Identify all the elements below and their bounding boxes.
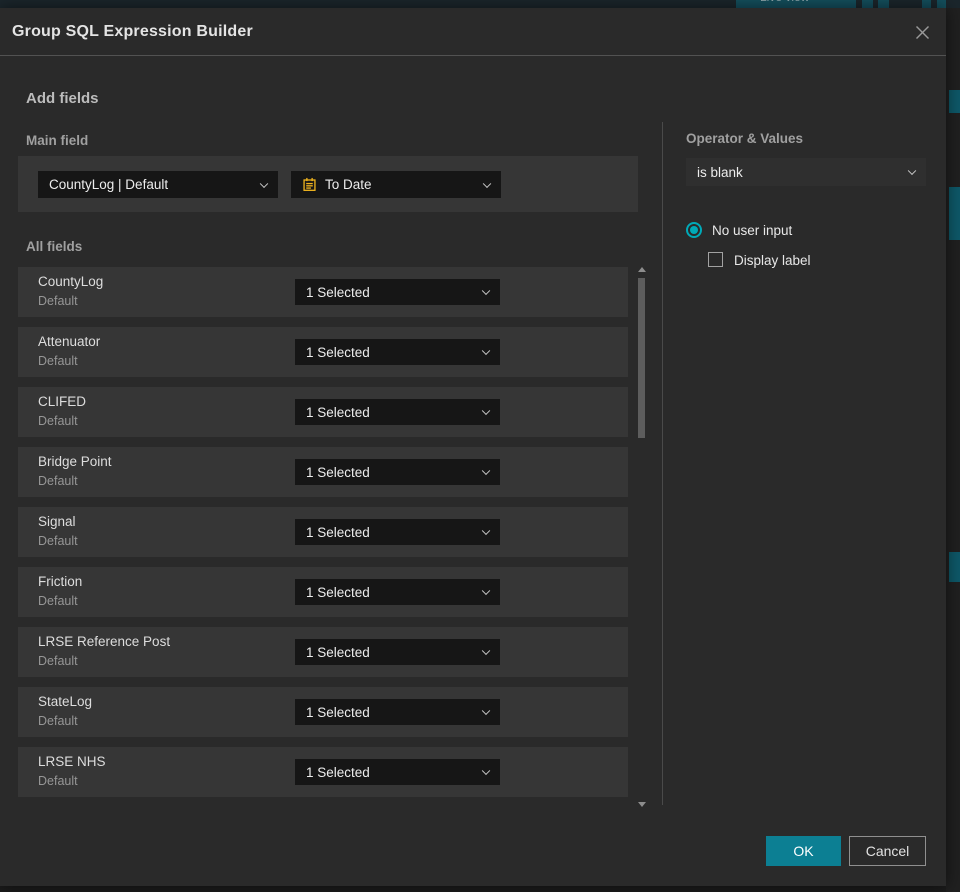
field-name: Friction (38, 574, 83, 589)
all-fields-list: CountyLog Default 1 Selected Attenuator … (18, 267, 628, 807)
add-fields-heading: Add fields (26, 90, 99, 107)
field-selected-dropdown[interactable]: 1 Selected (295, 759, 500, 785)
background-panel-fragment (949, 90, 960, 113)
chevron-down-icon (481, 346, 491, 356)
field-selected-dropdown[interactable]: 1 Selected (295, 579, 500, 605)
selected-count-label: 1 Selected (306, 284, 370, 300)
live-view-button[interactable]: Live view (736, 0, 856, 8)
operator-dropdown-value: is blank (697, 164, 743, 180)
field-name: Bridge Point (38, 454, 112, 469)
background-toolbar-fragment (922, 0, 931, 8)
chevron-down-icon (259, 179, 269, 188)
field-name: StateLog (38, 694, 93, 709)
background-app-bottom-strip (0, 886, 946, 892)
main-field-panel: CountyLog | Default To Date (18, 156, 638, 212)
panel-divider (662, 122, 663, 805)
background-app-header-strip: Live view (0, 0, 960, 8)
background-toolbar-fragment (862, 0, 873, 8)
selected-count-label: 1 Selected (306, 404, 370, 420)
chevron-down-icon (481, 286, 491, 296)
selected-count-label: 1 Selected (306, 764, 370, 780)
group-sql-expression-builder-dialog: Group SQL Expression Builder Add fields … (0, 8, 946, 886)
background-panel-fragment (949, 187, 960, 240)
background-toolbar-fragment (878, 0, 889, 8)
main-field-dropdown-value: CountyLog | Default (49, 177, 169, 192)
dialog-header: Group SQL Expression Builder (0, 8, 946, 56)
chevron-down-icon (481, 466, 491, 476)
field-row: LRSE NHS Default 1 Selected (18, 747, 628, 797)
field-row: Friction Default 1 Selected (18, 567, 628, 617)
chevron-down-icon (481, 766, 491, 776)
close-button[interactable] (910, 20, 934, 44)
field-row: LRSE Reference Post Default 1 Selected (18, 627, 628, 677)
selected-count-label: 1 Selected (306, 704, 370, 720)
field-row: Bridge Point Default 1 Selected (18, 447, 628, 497)
list-scrollbar[interactable] (636, 264, 648, 812)
chevron-down-icon (481, 526, 491, 536)
field-selected-dropdown[interactable]: 1 Selected (295, 699, 500, 725)
field-name: CountyLog (38, 274, 104, 289)
operator-dropdown[interactable]: is blank (686, 158, 926, 186)
field-selected-dropdown[interactable]: 1 Selected (295, 339, 500, 365)
field-name: LRSE Reference Post (38, 634, 171, 649)
chevron-down-icon (907, 166, 917, 176)
display-label-checkbox[interactable] (708, 252, 723, 267)
field-selected-dropdown[interactable]: 1 Selected (295, 459, 500, 485)
selected-count-label: 1 Selected (306, 644, 370, 660)
field-subtitle: Default (38, 474, 78, 488)
field-name: CLIFED (38, 394, 87, 409)
field-subtitle: Default (38, 774, 78, 788)
field-type-dropdown-value: To Date (325, 177, 372, 192)
cancel-button[interactable]: Cancel (849, 836, 926, 866)
field-subtitle: Default (38, 354, 78, 368)
field-selected-dropdown[interactable]: 1 Selected (295, 519, 500, 545)
field-subtitle: Default (38, 414, 78, 428)
field-subtitle: Default (38, 594, 78, 608)
scroll-down-icon[interactable] (638, 802, 646, 807)
field-row: Signal Default 1 Selected (18, 507, 628, 557)
background-panel-fragment (949, 552, 960, 582)
field-row: StateLog Default 1 Selected (18, 687, 628, 737)
field-subtitle: Default (38, 294, 78, 308)
calendar-date-icon (303, 177, 316, 191)
chevron-down-icon (481, 586, 491, 596)
field-selected-dropdown[interactable]: 1 Selected (295, 639, 500, 665)
field-row: CountyLog Default 1 Selected (18, 267, 628, 317)
field-name: Signal (38, 514, 76, 529)
chevron-down-icon (481, 406, 491, 416)
background-app-right-strip (946, 8, 960, 892)
chevron-down-icon (482, 179, 492, 188)
operator-values-label: Operator & Values (686, 131, 804, 146)
page-root: Live view Group SQL Expression Builder A… (0, 0, 960, 892)
field-selected-dropdown[interactable]: 1 Selected (295, 399, 500, 425)
field-row: Attenuator Default 1 Selected (18, 327, 628, 377)
display-label-label: Display label (734, 253, 811, 268)
field-name: Attenuator (38, 334, 101, 349)
selected-count-label: 1 Selected (306, 584, 370, 600)
main-field-label: Main field (26, 133, 89, 148)
selected-count-label: 1 Selected (306, 344, 370, 360)
dialog-title: Group SQL Expression Builder (12, 22, 253, 40)
close-icon (915, 25, 929, 39)
selected-count-label: 1 Selected (306, 464, 370, 480)
field-name: LRSE NHS (38, 754, 106, 769)
main-field-dropdown[interactable]: CountyLog | Default (38, 171, 278, 198)
background-toolbar-fragment (937, 0, 946, 8)
chevron-down-icon (481, 646, 491, 656)
field-subtitle: Default (38, 714, 78, 728)
field-row: CLIFED Default 1 Selected (18, 387, 628, 437)
field-selected-dropdown[interactable]: 1 Selected (295, 279, 500, 305)
no-user-input-label: No user input (712, 223, 793, 238)
field-subtitle: Default (38, 654, 78, 668)
scrollbar-thumb[interactable] (638, 278, 645, 438)
selected-count-label: 1 Selected (306, 524, 370, 540)
live-view-label: Live view (760, 0, 809, 4)
ok-button[interactable]: OK (766, 836, 841, 866)
all-fields-label: All fields (26, 239, 83, 254)
no-user-input-radio[interactable] (686, 222, 702, 238)
scroll-up-icon[interactable] (638, 267, 646, 272)
chevron-down-icon (481, 706, 491, 716)
field-subtitle: Default (38, 534, 78, 548)
field-type-dropdown[interactable]: To Date (291, 171, 501, 198)
